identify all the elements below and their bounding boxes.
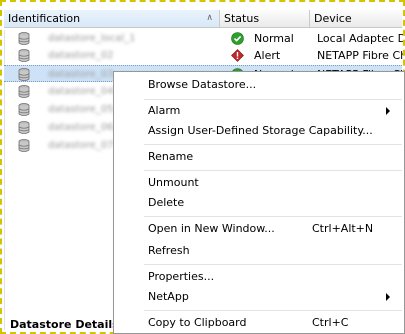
menu-item-label: Delete (148, 196, 185, 209)
menu-item-properties[interactable]: Properties... (114, 267, 404, 287)
datastore-name: datastore_06 (48, 122, 114, 133)
chevron-right-icon (386, 293, 390, 301)
menu-item-label: NetApp (148, 290, 189, 303)
database-icon (18, 103, 30, 116)
menu-item-label: Copy to Clipboard (148, 316, 247, 329)
menu-item-browse-datastore[interactable]: Browse Datastore... (114, 75, 404, 95)
datastore-name: datastore_04 (48, 86, 114, 97)
menu-item-shortcut: Ctrl+C (312, 316, 349, 329)
menu-item-label: Assign User-Defined Storage Capability..… (148, 124, 373, 137)
menu-separator (144, 99, 402, 100)
sort-ascending-icon: ∧ (206, 13, 213, 23)
datastore-details-label: Datastore Details (10, 318, 119, 331)
menu-item-alarm[interactable]: Alarm (114, 101, 404, 121)
menu-item-label: Open in New Window... (148, 222, 275, 235)
menu-item-copy-to-clipboard[interactable]: Copy to Clipboard Ctrl+C (114, 313, 404, 333)
table-row[interactable]: datastore_02 Alert NETAPP Fibre Cha (4, 47, 405, 64)
database-icon (18, 121, 30, 134)
device-text: Local Adaptec Di (317, 32, 405, 45)
check-circle-icon (231, 32, 244, 45)
database-icon (18, 85, 30, 98)
menu-item-open-new-window[interactable]: Open in New Window... Ctrl+Alt+N (114, 219, 404, 239)
datastore-name: datastore_07 (48, 140, 114, 151)
context-menu: Browse Datastore... Alarm Assign User-De… (113, 71, 405, 334)
column-header-label: Device (314, 12, 352, 25)
table-header: Identification ∧ Status Device (4, 10, 402, 28)
column-header-device[interactable]: Device (310, 10, 402, 27)
column-header-identification[interactable]: Identification ∧ (4, 10, 220, 27)
menu-item-unmount[interactable]: Unmount (114, 173, 404, 193)
status-text: Normal (254, 32, 294, 45)
datastore-name: datastore_03 (48, 69, 114, 80)
alert-diamond-icon (231, 49, 244, 62)
database-icon (18, 139, 30, 152)
database-icon (18, 68, 30, 81)
chevron-right-icon (386, 107, 390, 115)
menu-item-label: Browse Datastore... (148, 78, 257, 91)
menu-item-label: Unmount (148, 176, 199, 189)
database-icon (18, 49, 30, 62)
table-row[interactable]: datastore_local_1 Normal Local Adaptec D… (4, 30, 405, 47)
menu-item-refresh[interactable]: Refresh (114, 241, 404, 261)
menu-separator (144, 170, 402, 171)
menu-item-delete[interactable]: Delete (114, 193, 404, 213)
datastore-name: datastore_02 (48, 50, 114, 61)
menu-separator (144, 216, 402, 217)
column-header-label: Identification (8, 12, 81, 25)
menu-separator (144, 144, 402, 145)
menu-item-rename[interactable]: Rename (114, 147, 404, 167)
menu-item-shortcut: Ctrl+Alt+N (312, 222, 374, 235)
menu-item-assign-storage-capability[interactable]: Assign User-Defined Storage Capability..… (114, 121, 404, 141)
menu-separator (144, 264, 402, 265)
device-text: NETAPP Fibre Cha (317, 49, 405, 62)
database-icon (18, 32, 30, 45)
menu-item-label: Properties... (148, 270, 215, 283)
column-header-status[interactable]: Status (220, 10, 310, 27)
datastore-name: datastore_05 (48, 104, 114, 115)
menu-item-label: Alarm (148, 104, 181, 117)
column-header-label: Status (224, 12, 260, 25)
datastore-name: datastore_local_1 (48, 33, 136, 44)
menu-separator (144, 310, 402, 311)
menu-item-netapp[interactable]: NetApp (114, 287, 404, 307)
status-text: Alert (254, 49, 281, 62)
menu-item-label: Refresh (148, 244, 190, 257)
menu-item-label: Rename (148, 150, 194, 163)
